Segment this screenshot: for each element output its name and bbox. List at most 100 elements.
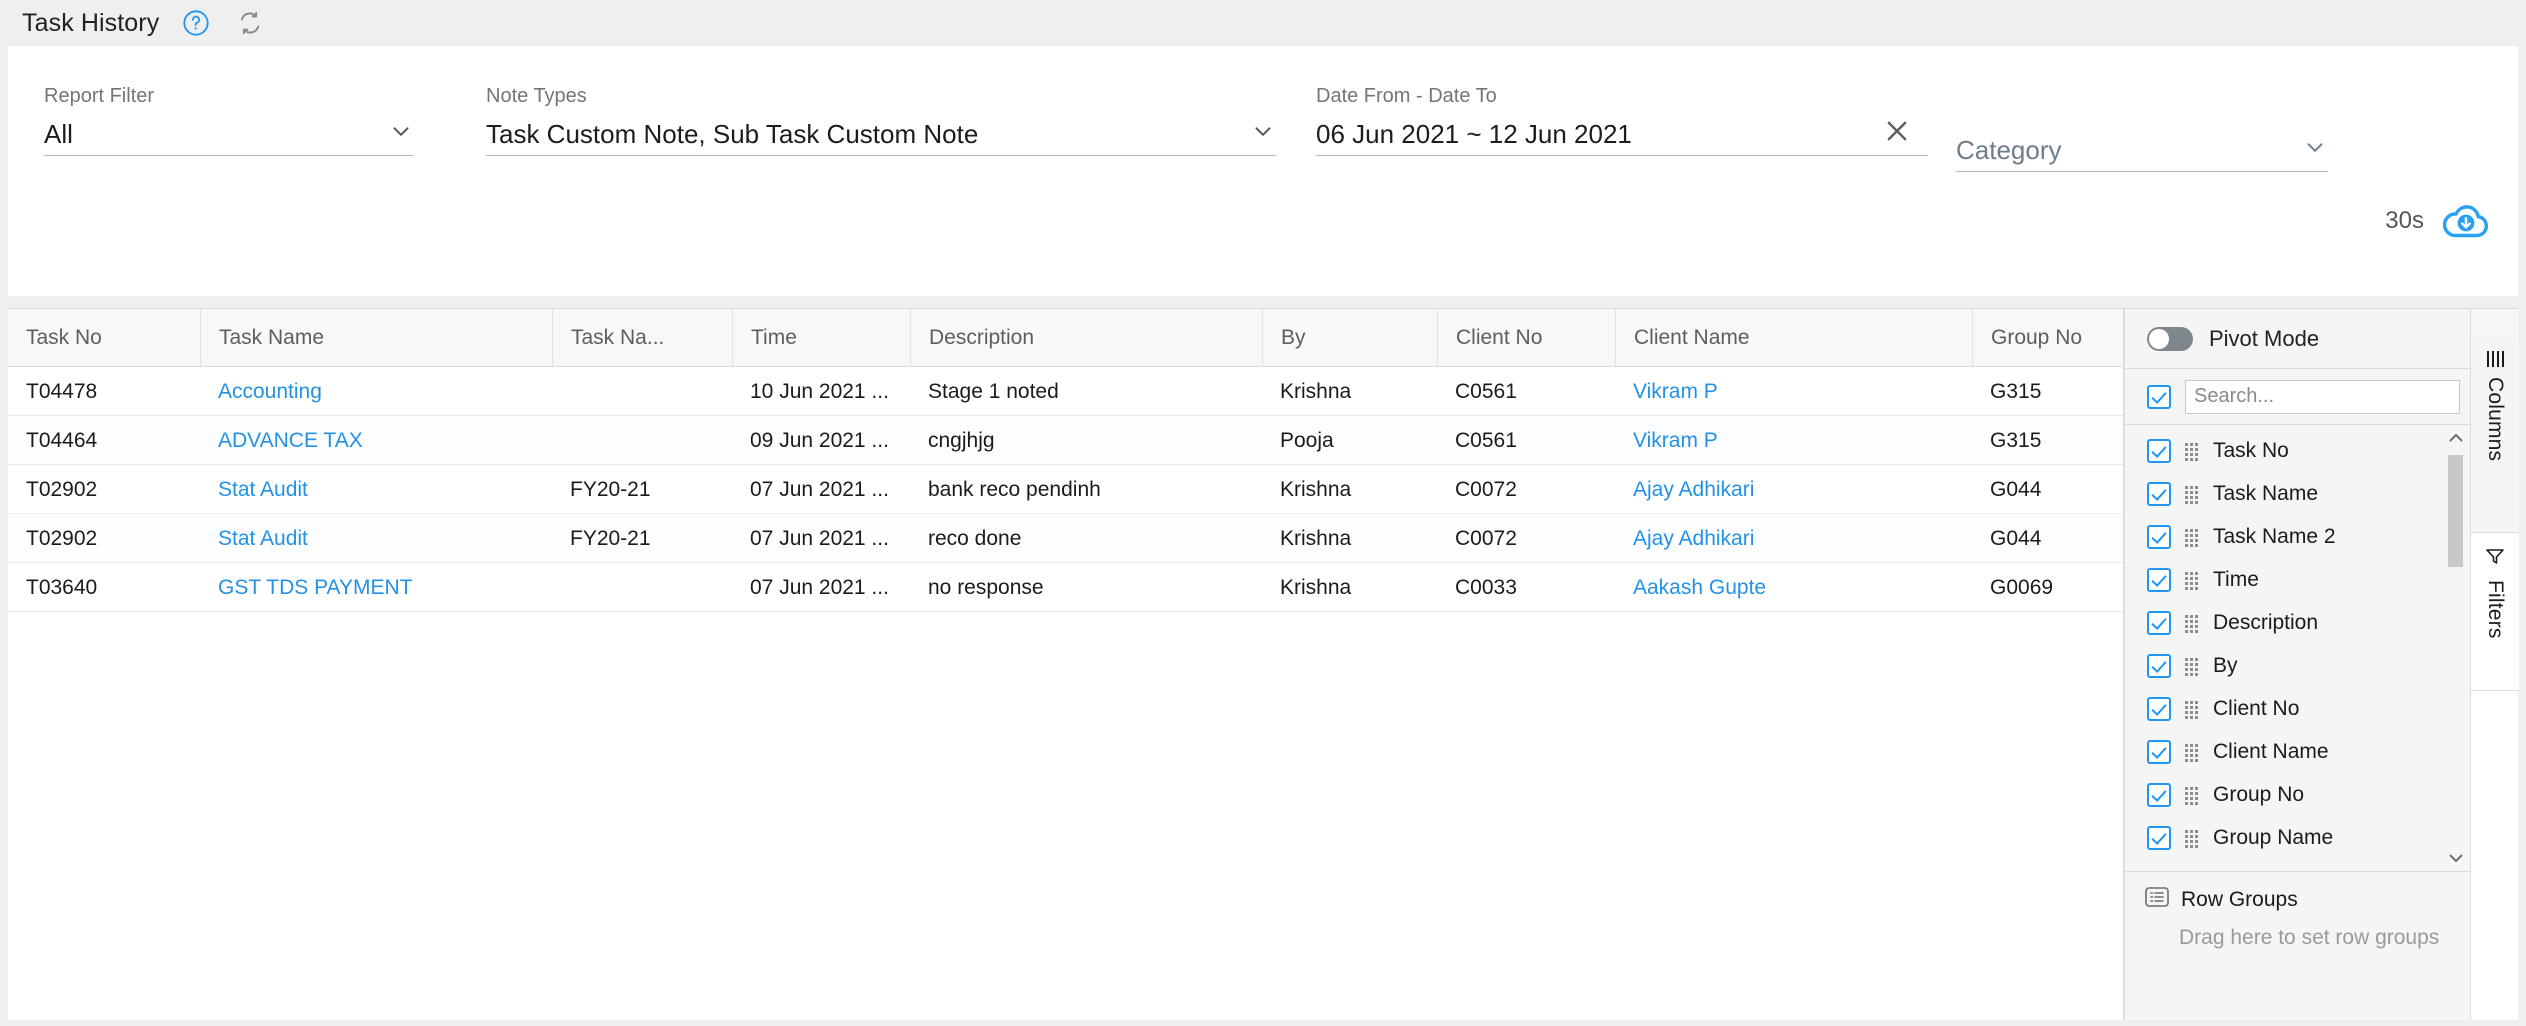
download-control[interactable]: 30s: [2385, 202, 2490, 240]
column-list-item-task-name-2[interactable]: Task Name 2: [2125, 515, 2470, 558]
chevron-down-icon[interactable]: [1250, 118, 1276, 149]
grid-body: T04478 Accounting 10 Jun 2021 ... Stage …: [8, 367, 2123, 1020]
note-types-value: Task Custom Note, Sub Task Custom Note: [486, 117, 1240, 151]
drag-handle-icon[interactable]: [2185, 443, 2199, 459]
row-groups-panel[interactable]: Row Groups Drag here to set row groups: [2125, 872, 2470, 1020]
cell-client-name[interactable]: Aakash Gupte: [1615, 563, 1972, 612]
column-list-item-group-name[interactable]: Group Name: [2125, 816, 2470, 859]
cell-client-name[interactable]: Vikram P: [1615, 416, 1972, 465]
scroll-down-icon[interactable]: [2447, 849, 2465, 867]
date-range-field[interactable]: Date From - Date To 06 Jun 2021 ~ 12 Jun…: [1316, 84, 1928, 156]
filter-funnel-icon: [2485, 547, 2505, 570]
column-header-client-name[interactable]: Client Name: [1615, 309, 1972, 367]
scrollbar-thumb[interactable]: [2448, 455, 2463, 567]
column-visibility-checkbox[interactable]: [2147, 439, 2171, 463]
column-list-item-by[interactable]: By: [2125, 644, 2470, 687]
category-spacer: [1956, 84, 2328, 108]
column-list-item-time[interactable]: Time: [2125, 558, 2470, 601]
drag-handle-icon[interactable]: [2185, 486, 2199, 502]
cell-task-name-2: FY20-21: [552, 465, 732, 514]
cell-by: Krishna: [1262, 514, 1437, 563]
cell-client-name[interactable]: Ajay Adhikari: [1615, 514, 1972, 563]
column-visibility-checkbox[interactable]: [2147, 826, 2171, 850]
cell-task-name[interactable]: Stat Audit: [200, 465, 552, 514]
cell-client-no: C0033: [1437, 563, 1615, 612]
grid-header-row: Task No Task Name Task Na... Time Descri…: [8, 309, 2123, 367]
cell-group-no: G0069: [1972, 563, 2123, 612]
note-types-field[interactable]: Note Types Task Custom Note, Sub Task Cu…: [486, 84, 1276, 156]
filter-panel: Report Filter All Note Types Task Custom…: [8, 46, 2518, 296]
column-visibility-checkbox[interactable]: [2147, 525, 2171, 549]
cell-client-no: C0561: [1437, 416, 1615, 465]
chevron-down-icon[interactable]: [388, 118, 414, 149]
drag-handle-icon[interactable]: [2185, 615, 2199, 631]
tab-columns[interactable]: Columns: [2471, 337, 2519, 533]
column-list-item-task-name[interactable]: Task Name: [2125, 472, 2470, 515]
column-visibility-checkbox[interactable]: [2147, 611, 2171, 635]
scroll-up-icon[interactable]: [2447, 429, 2465, 447]
cell-task-name[interactable]: Accounting: [200, 367, 552, 416]
cell-task-name[interactable]: ADVANCE TAX: [200, 416, 552, 465]
filters-row: Report Filter All Note Types Task Custom…: [8, 46, 2518, 172]
column-header-group-no[interactable]: Group No: [1972, 309, 2132, 367]
column-visibility-checkbox[interactable]: [2147, 568, 2171, 592]
table-row[interactable]: T03640 GST TDS PAYMENT 07 Jun 2021 ... n…: [8, 563, 2123, 612]
table-row[interactable]: T02902 Stat Audit FY20-21 07 Jun 2021 ..…: [8, 465, 2123, 514]
drag-handle-icon[interactable]: [2185, 572, 2199, 588]
column-visibility-checkbox[interactable]: [2147, 740, 2171, 764]
drag-handle-icon[interactable]: [2185, 658, 2199, 674]
column-list-item-client-no[interactable]: Client No: [2125, 687, 2470, 730]
select-all-columns-checkbox[interactable]: [2147, 385, 2171, 409]
drag-handle-icon[interactable]: [2185, 830, 2199, 846]
close-icon[interactable]: [1882, 116, 1912, 151]
data-grid: Task No Task Name Task Na... Time Descri…: [8, 308, 2518, 1020]
report-filter-field[interactable]: Report Filter All: [44, 84, 414, 156]
pivot-mode-row[interactable]: Pivot Mode: [2125, 309, 2470, 369]
column-list-item-group-no[interactable]: Group No: [2125, 773, 2470, 816]
cell-task-name[interactable]: GST TDS PAYMENT: [200, 563, 552, 612]
tab-filters[interactable]: Filters: [2471, 533, 2519, 691]
column-list-item-client-name[interactable]: Client Name: [2125, 730, 2470, 773]
column-header-task-name[interactable]: Task Name: [200, 309, 552, 367]
drag-handle-icon[interactable]: [2185, 787, 2199, 803]
drag-handle-icon[interactable]: [2185, 744, 2199, 760]
column-visibility-checkbox[interactable]: [2147, 783, 2171, 807]
row-groups-hint: Drag here to set row groups: [2179, 926, 2470, 950]
column-list-item-task-no[interactable]: Task No: [2125, 429, 2470, 472]
column-list-item-label: Task Name: [2213, 482, 2318, 506]
cell-task-name-2: FY20-21: [552, 514, 732, 563]
row-groups-title: Row Groups: [2181, 888, 2298, 912]
cell-by: Krishna: [1262, 367, 1437, 416]
table-row[interactable]: T04478 Accounting 10 Jun 2021 ... Stage …: [8, 367, 2123, 416]
column-list-item-description[interactable]: Description: [2125, 601, 2470, 644]
column-header-task-no[interactable]: Task No: [8, 309, 200, 367]
category-field[interactable]: Category: [1956, 84, 2328, 172]
column-visibility-checkbox[interactable]: [2147, 697, 2171, 721]
column-list-scrollbar[interactable]: [2447, 429, 2465, 871]
column-header-description[interactable]: Description: [910, 309, 1262, 367]
cell-client-name[interactable]: Ajay Adhikari: [1615, 465, 1972, 514]
table-row[interactable]: T02902 Stat Audit FY20-21 07 Jun 2021 ..…: [8, 514, 2123, 563]
chevron-down-icon[interactable]: [2302, 134, 2328, 165]
select-all-columns-row[interactable]: [2125, 369, 2470, 425]
column-header-task-name-2[interactable]: Task Na...: [552, 309, 732, 367]
column-list-item-label: Task Name 2: [2213, 525, 2336, 549]
cloud-download-icon[interactable]: [2442, 202, 2490, 240]
help-circle-icon[interactable]: [179, 6, 213, 40]
column-visibility-checkbox[interactable]: [2147, 654, 2171, 678]
column-header-client-no[interactable]: Client No: [1437, 309, 1615, 367]
refresh-icon[interactable]: [233, 6, 267, 40]
column-visibility-checkbox[interactable]: [2147, 482, 2171, 506]
search-input[interactable]: [2185, 380, 2460, 414]
cell-task-name[interactable]: Stat Audit: [200, 514, 552, 563]
drag-handle-icon[interactable]: [2185, 701, 2199, 717]
tool-panel-tabs: Columns Filters: [2470, 309, 2518, 1020]
pivot-mode-toggle[interactable]: [2147, 327, 2193, 351]
column-header-time[interactable]: Time: [732, 309, 910, 367]
table-row[interactable]: T04464 ADVANCE TAX 09 Jun 2021 ... cngjh…: [8, 416, 2123, 465]
cell-group-no: G315: [1972, 367, 2123, 416]
cell-client-name[interactable]: Vikram P: [1615, 367, 1972, 416]
cell-description: cngjhjg: [910, 416, 1262, 465]
column-header-by[interactable]: By: [1262, 309, 1437, 367]
drag-handle-icon[interactable]: [2185, 529, 2199, 545]
